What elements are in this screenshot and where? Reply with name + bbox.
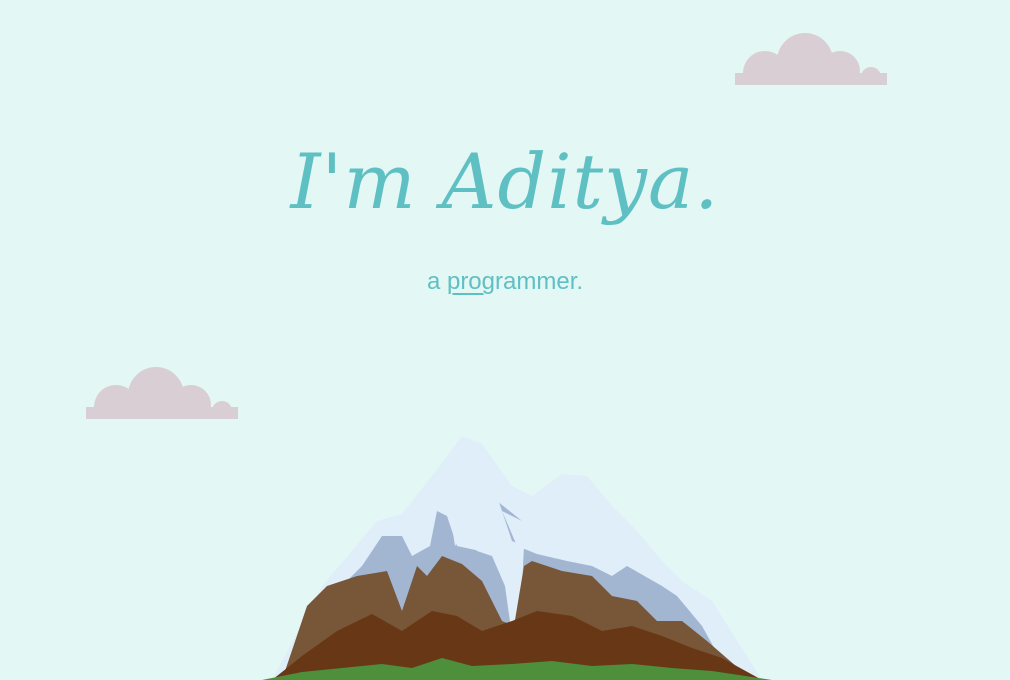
hero-subtitle: a programmer. — [0, 268, 1010, 296]
landing-page: I'm Aditya. a programmer. — [0, 0, 1010, 680]
hero-title: I'm Aditya. — [290, 137, 720, 226]
subtitle-typed: prog — [446, 268, 496, 295]
cloud-icon — [86, 367, 238, 419]
mountain-icon — [262, 436, 772, 680]
subtitle-rest: rammer. — [495, 268, 584, 295]
subtitle-prefix: a — [426, 268, 447, 295]
cloud-icon — [735, 33, 887, 85]
